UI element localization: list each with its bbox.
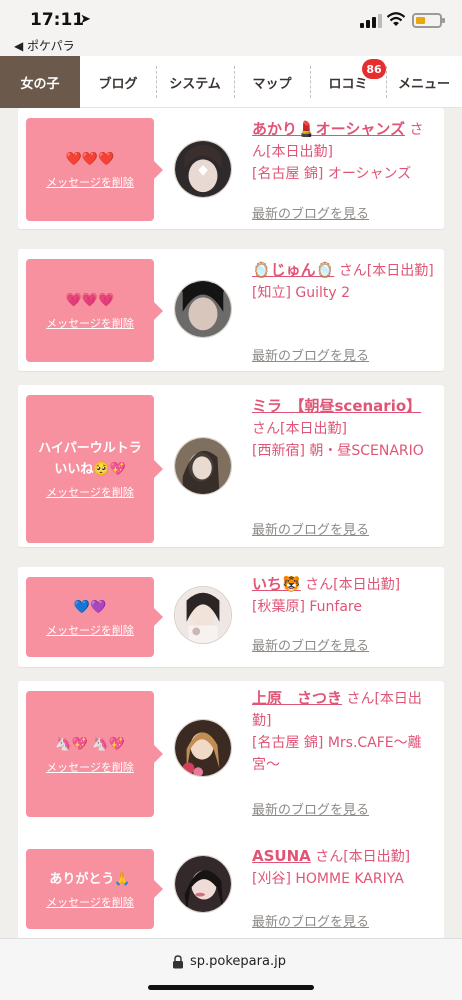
girl-info: ミラ 【朝昼scenario】 さん[本日出勤] [西新宿] 朝・昼SCENAR… [252, 395, 436, 462]
tab-girls[interactable]: 女の子 [0, 56, 80, 108]
list-item: ❤️❤️❤️ メッセージを削除 あかり💄オーシャンズ さん[本日出勤] [名古屋… [18, 108, 444, 229]
tab-map[interactable]: マップ [234, 56, 310, 108]
list-item: 💗💗💗 メッセージを削除 🪞じゅん🪞 さん[本日出勤] [知立] Guilty … [18, 249, 444, 371]
girl-info: 🪞じゅん🪞 さん[本日出勤] [知立] Guilty 2 [252, 259, 436, 304]
avatar[interactable] [174, 586, 232, 644]
lock-icon [173, 955, 183, 969]
avatar[interactable] [174, 855, 232, 913]
list-item: ハイパーウルトラいいね🥺💖 メッセージを削除 ミラ 【朝昼scenario】 さ… [18, 385, 444, 547]
tab-menu[interactable]: メニュー [386, 56, 462, 108]
girl-name-link[interactable]: 上原 さつき [252, 689, 342, 707]
delete-message-link[interactable]: メッセージを削除 [46, 759, 134, 775]
girl-info: ASUNA さん[本日出勤] [刈谷] HOMME KARIYA [252, 845, 436, 890]
message-text: 💗💗💗 [65, 293, 115, 308]
list-item: ありがとう🙏 メッセージを削除 ASUNA さん[本日出勤] [刈谷] HOMM… [18, 839, 444, 938]
shop-name: [名古屋 錦] Mrs.CAFE〜離宮〜 [252, 735, 422, 773]
location-arrow-icon: ➤ [80, 12, 91, 27]
avatar[interactable] [174, 280, 232, 338]
message-text: ありがとう🙏 [49, 871, 131, 887]
shop-name: [秋葉原] Funfare [252, 599, 362, 615]
message-bubble: ハイパーウルトラいいね🥺💖 メッセージを削除 [26, 395, 163, 543]
message-text: ハイパーウルトラいいね🥺💖 [38, 441, 142, 477]
girl-info: あかり💄オーシャンズ さん[本日出勤] [名古屋 錦] オーシャンズ [252, 118, 436, 185]
back-to-app-link[interactable]: ◀ ポケパラ [14, 37, 75, 54]
message-bubble: ❤️❤️❤️ メッセージを削除 [26, 118, 163, 221]
main-nav: 女の子 ブログ システム マップ ロコミ メニュー [0, 56, 462, 108]
avatar[interactable] [174, 437, 232, 495]
girl-name-link[interactable]: ミラ 【朝昼scenario】 [252, 397, 421, 415]
latest-blog-link[interactable]: 最新のブログを見る [252, 519, 369, 538]
url-text[interactable]: sp.pokepara.jp [190, 954, 286, 969]
avatar[interactable] [174, 719, 232, 777]
latest-blog-link[interactable]: 最新のブログを見る [252, 911, 369, 930]
delete-message-link[interactable]: メッセージを削除 [46, 484, 134, 500]
shop-name: [知立] Guilty 2 [252, 285, 351, 301]
status-bar: 17:11 ➤ ◀ ポケパラ [0, 0, 462, 56]
cellular-signal-icon [360, 14, 382, 28]
message-text: 💙💜 [73, 599, 107, 615]
delete-message-link[interactable]: メッセージを削除 [46, 315, 134, 331]
latest-blog-link[interactable]: 最新のブログを見る [252, 799, 369, 818]
attendance-status: さん[本日出勤] [315, 849, 411, 865]
latest-blog-link[interactable]: 最新のブログを見る [252, 345, 369, 364]
shop-name: [西新宿] 朝・昼SCENARIO [252, 443, 424, 459]
home-indicator[interactable] [148, 985, 314, 990]
girl-name-link[interactable]: いち🐯 [252, 575, 301, 593]
attendance-status: さん[本日出勤] [305, 577, 401, 593]
reviews-count-badge: 86 [362, 59, 386, 79]
message-bubble: 💗💗💗 メッセージを削除 [26, 259, 163, 362]
girl-name-link[interactable]: ASUNA [252, 847, 311, 865]
shop-name: [刈谷] HOMME KARIYA [252, 871, 404, 887]
message-text: ❤️❤️❤️ [65, 152, 115, 167]
message-list: ❤️❤️❤️ メッセージを削除 あかり💄オーシャンズ さん[本日出勤] [名古屋… [18, 108, 444, 938]
message-bubble: 💙💜 メッセージを削除 [26, 577, 163, 657]
delete-message-link[interactable]: メッセージを削除 [46, 894, 134, 910]
tab-system[interactable]: システム [156, 56, 234, 108]
attendance-status: さん[本日出勤] [252, 421, 347, 437]
message-bubble: 🦄💖 🦄💖 メッセージを削除 [26, 691, 163, 817]
girl-name-link[interactable]: あかり💄オーシャンズ [252, 120, 405, 138]
tab-blog[interactable]: ブログ [80, 56, 156, 108]
girl-info: 上原 さつき さん[本日出勤] [名古屋 錦] Mrs.CAFE〜離宮〜 [252, 687, 436, 776]
status-time: 17:11 [30, 10, 85, 30]
browser-url-bar[interactable]: sp.pokepara.jp [0, 938, 462, 1000]
wifi-icon [386, 12, 406, 26]
message-text: 🦄💖 🦄💖 [55, 736, 125, 752]
shop-name: [名古屋 錦] オーシャンズ [252, 166, 412, 182]
latest-blog-link[interactable]: 最新のブログを見る [252, 203, 369, 222]
battery-icon [412, 13, 445, 28]
list-item: 💙💜 メッセージを削除 いち🐯 さん[本日出勤] [秋葉原] Funfare 最… [18, 567, 444, 667]
list-item: 🦄💖 🦄💖 メッセージを削除 上原 さつき さん[本日出勤] [名古屋 錦] M… [18, 681, 444, 847]
girl-name-link[interactable]: 🪞じゅん🪞 [252, 261, 334, 279]
delete-message-link[interactable]: メッセージを削除 [46, 622, 134, 638]
latest-blog-link[interactable]: 最新のブログを見る [252, 635, 369, 654]
message-bubble: ありがとう🙏 メッセージを削除 [26, 849, 163, 929]
avatar[interactable] [174, 140, 232, 198]
delete-message-link[interactable]: メッセージを削除 [46, 174, 134, 190]
girl-info: いち🐯 さん[本日出勤] [秋葉原] Funfare [252, 573, 436, 618]
attendance-status: さん[本日出勤] [338, 263, 434, 279]
